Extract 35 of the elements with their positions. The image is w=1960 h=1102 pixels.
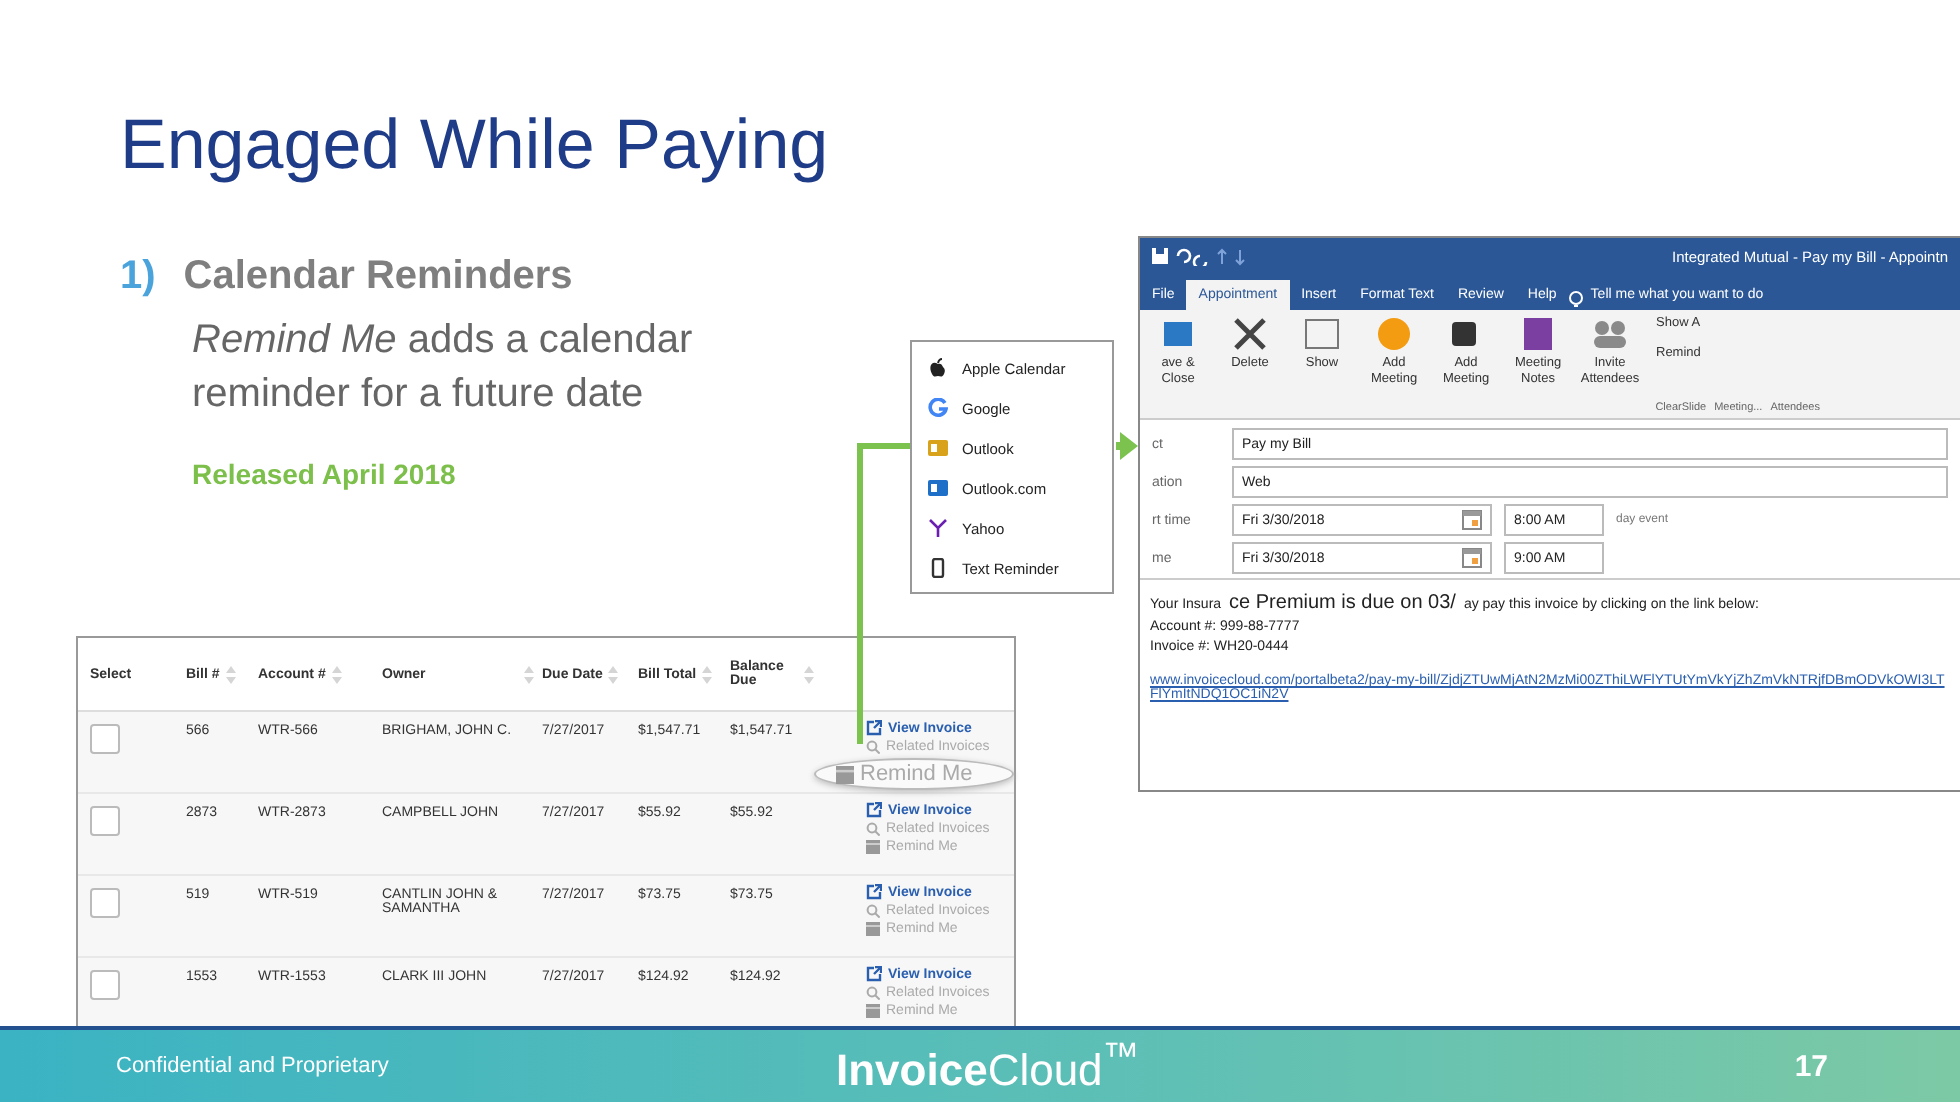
bullet-text: Remind Me adds a calendar reminder for a future date (192, 316, 695, 420)
checkbox[interactable] (90, 806, 120, 836)
page-number: 17 (1794, 1049, 1828, 1083)
confidential-note: Confidential and Proprietary (116, 1054, 391, 1078)
release-note: Released April 2018 (192, 458, 458, 490)
checkbox[interactable] (90, 888, 120, 918)
sort-icon[interactable] (608, 665, 619, 683)
sort-icon[interactable] (524, 665, 534, 683)
sort-icon[interactable] (225, 665, 236, 683)
connector-arrow (1116, 432, 1138, 460)
google-icon (928, 398, 948, 418)
close-icon (1230, 316, 1270, 352)
search-icon (866, 904, 880, 918)
message-text: ce Premium is due on 03/ (1229, 592, 1456, 614)
external-link-icon (866, 720, 882, 736)
search-icon (866, 740, 880, 754)
external-link-icon (866, 802, 882, 818)
bullet-heading: Calendar Reminders (183, 254, 573, 300)
outlook-icon (928, 478, 948, 498)
external-link-icon (866, 966, 882, 982)
sort-icon[interactable] (331, 665, 342, 683)
outlook-icon (928, 438, 948, 458)
external-link-icon (866, 884, 882, 900)
apple-icon (928, 358, 948, 378)
sort-icon[interactable] (702, 665, 713, 683)
bullet-number: 1) (120, 254, 156, 300)
search-icon (866, 986, 880, 1000)
phone-icon (928, 558, 948, 578)
search-icon (866, 822, 880, 836)
yahoo-icon (928, 518, 948, 538)
checkbox[interactable] (90, 724, 120, 754)
sort-icon[interactable] (804, 665, 814, 683)
company-logo: InvoiceCloud$^{™}$ (836, 1034, 1142, 1098)
checkbox[interactable] (90, 970, 120, 1000)
slide-title: Engaged While Paying (118, 104, 831, 188)
